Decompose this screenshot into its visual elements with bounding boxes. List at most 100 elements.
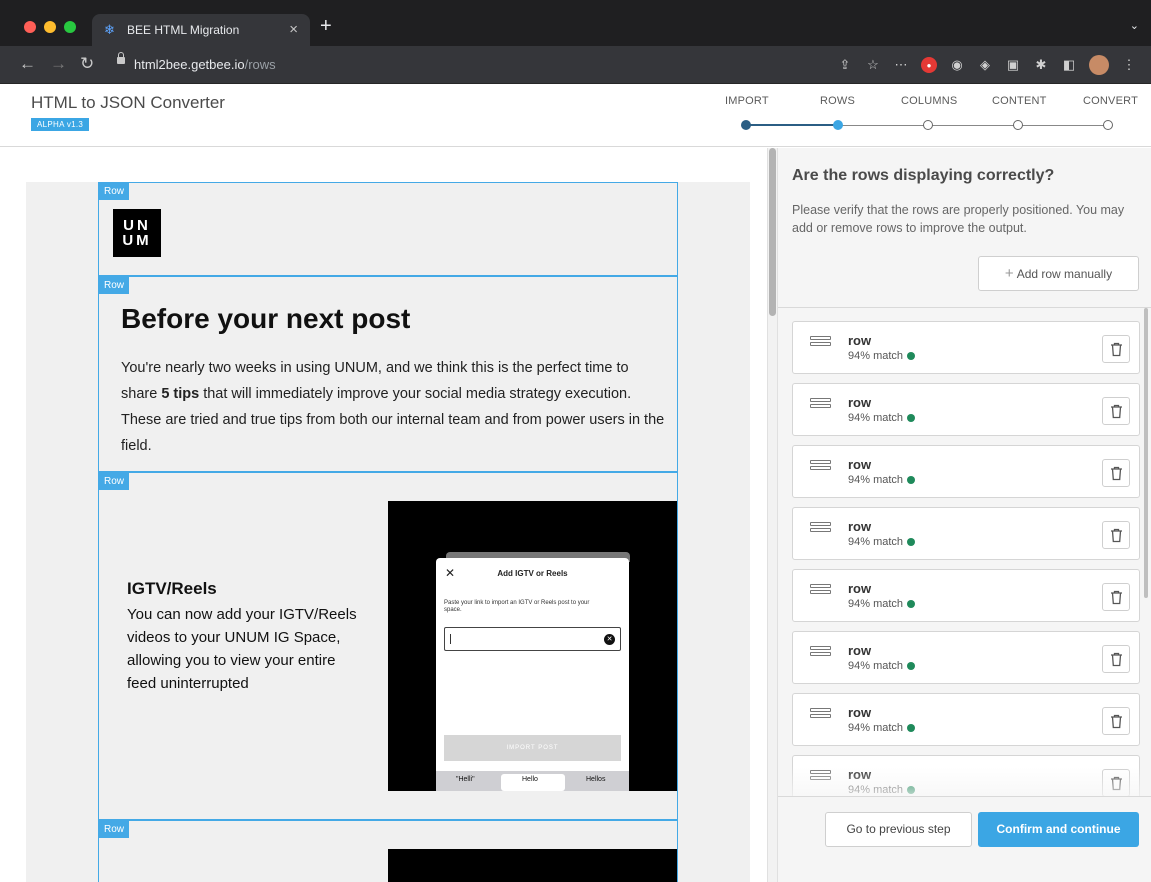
window-zoom-button[interactable]: [64, 21, 76, 33]
post-title: Before your next post: [121, 303, 411, 334]
delete-row-button[interactable]: [1102, 521, 1130, 549]
row-layout-icon: [810, 646, 831, 663]
row-match-text: 94% match: [848, 598, 904, 610]
row-layout-icon: [810, 336, 831, 353]
step-columns-label: COLUMNS: [901, 95, 958, 107]
new-tab-icon[interactable]: +: [320, 15, 332, 38]
row-match: 94% match: [848, 412, 916, 424]
delete-row-button[interactable]: [1102, 459, 1130, 487]
browser-tab[interactable]: ❄ BEE HTML Migration ×: [92, 14, 310, 46]
row-layout-icon: [810, 460, 831, 477]
back-arrow-icon[interactable]: ←: [19, 54, 36, 74]
step-rows-dot[interactable]: [833, 120, 843, 130]
row-name: row: [848, 333, 872, 348]
delete-row-button[interactable]: [1102, 707, 1130, 735]
modal-link-input: ✕: [444, 627, 621, 651]
plus-icon: +: [1004, 265, 1014, 282]
address-bar[interactable]: html2bee.getbee.io/rows: [134, 57, 276, 72]
delete-row-button[interactable]: [1102, 397, 1130, 425]
confirm-continue-button[interactable]: Confirm and continue: [978, 812, 1139, 847]
row-list-item[interactable]: row 94% match: [792, 321, 1140, 374]
step-content-dot: [1013, 120, 1023, 130]
list-fade: [778, 767, 1151, 796]
step-columns-dot: [923, 120, 933, 130]
lock-icon[interactable]: [117, 52, 125, 64]
step-import-dot[interactable]: [741, 120, 751, 130]
suggestion-1: "Helli": [456, 776, 475, 783]
row-match: 94% match: [848, 474, 916, 486]
url-path: /rows: [244, 57, 276, 72]
color-picker-icon[interactable]: ◈: [977, 57, 993, 73]
delete-row-button[interactable]: [1102, 583, 1130, 611]
tab-search-chevron-icon[interactable]: ⌄: [1130, 19, 1139, 32]
row-match-text: 94% match: [848, 536, 904, 548]
row-list-item[interactable]: row 94% match: [792, 631, 1140, 684]
profile-avatar[interactable]: [1089, 55, 1109, 75]
row-tag: Row: [99, 183, 130, 200]
row-match-text: 94% match: [848, 722, 904, 734]
camera-icon[interactable]: ◉: [949, 57, 965, 73]
row-layout-icon: [810, 708, 831, 725]
bookmark-star-icon[interactable]: ☆: [865, 57, 881, 73]
row-list-scrollbar[interactable]: [1144, 308, 1148, 598]
match-status-dot: [907, 352, 916, 361]
extension-red-icon[interactable]: ●: [921, 57, 937, 73]
more-menu-icon[interactable]: ⋮: [1121, 57, 1137, 73]
preview-scrollbar-thumb[interactable]: [769, 148, 776, 316]
url-host: html2bee.getbee.io: [134, 57, 245, 72]
match-status-dot: [907, 414, 916, 423]
row-layout-icon: [810, 522, 831, 539]
app-header: HTML to JSON Converter ALPHA v1.3 IMPORT…: [0, 84, 1151, 147]
add-row-manually-button[interactable]: + Add row manually: [978, 256, 1139, 291]
side-panel-icon[interactable]: ◧: [1061, 57, 1077, 73]
post-body: You're nearly two weeks in using UNUM, a…: [121, 355, 666, 459]
extension-box-icon[interactable]: ▣: [1005, 57, 1021, 73]
row-tag: Row: [99, 473, 130, 490]
row-match: 94% match: [848, 598, 916, 610]
modal-title: Add IGTV or Reels: [497, 569, 568, 578]
match-status-dot: [907, 538, 916, 547]
preview-row-igtv[interactable]: Row IGTV/Reels You can now add your IGTV…: [98, 472, 678, 820]
preview-row-intro[interactable]: Row Before your next post You're nearly …: [98, 276, 678, 472]
logo-line-2: UM: [122, 232, 152, 249]
igtv-modal: ✕ Add IGTV or Reels Paste your link to i…: [436, 558, 629, 791]
preview-row-logo[interactable]: Row UN UM: [98, 182, 678, 276]
row-list-item[interactable]: row 94% match: [792, 383, 1140, 436]
tab-close-icon[interactable]: ×: [289, 21, 298, 38]
row-match-text: 94% match: [848, 350, 904, 362]
puzzle-icon[interactable]: ✱: [1033, 57, 1049, 73]
step-convert-label: CONVERT: [1083, 95, 1138, 107]
row-layout-icon: [810, 584, 831, 601]
window-minimize-button[interactable]: [44, 21, 56, 33]
keyboard-suggestions: "Helli" Hello Hellos: [436, 771, 629, 791]
row-match-text: 94% match: [848, 412, 904, 424]
reload-icon[interactable]: ↻: [80, 54, 94, 74]
delete-row-button[interactable]: [1102, 335, 1130, 363]
clear-input-icon: ✕: [604, 634, 615, 645]
window-close-button[interactable]: [24, 21, 36, 33]
row-name: row: [848, 705, 872, 720]
row-list-item[interactable]: row 94% match: [792, 569, 1140, 622]
text-cursor: [450, 634, 451, 644]
version-badge: ALPHA v1.3: [31, 118, 90, 131]
row-list-item[interactable]: row 94% match: [792, 445, 1140, 498]
extension-dots-icon[interactable]: ⋯: [893, 57, 909, 73]
stepper-line-pending: [838, 125, 1108, 126]
app-title: HTML to JSON Converter: [31, 93, 225, 112]
row-list: row 94% match row 94% match row 94% match row 9…: [778, 307, 1151, 796]
browser-toolbar: ← → ↻ html2bee.getbee.io/rows ⇪ ☆ ⋯ ● ◉ …: [0, 46, 1151, 84]
delete-row-button[interactable]: [1102, 645, 1130, 673]
row-list-item[interactable]: row 94% match: [792, 693, 1140, 746]
row-match: 94% match: [848, 660, 916, 672]
previous-step-button[interactable]: Go to previous step: [825, 812, 972, 847]
forward-arrow-icon[interactable]: →: [50, 54, 67, 74]
match-status-dot: [907, 600, 916, 609]
row-match-text: 94% match: [848, 474, 904, 486]
share-icon[interactable]: ⇪: [837, 57, 853, 73]
panel-question: Are the rows displaying correctly?: [792, 167, 1055, 184]
row-name: row: [848, 519, 872, 534]
phone-screenshot: ✕ Add IGTV or Reels Paste your link to i…: [388, 501, 677, 791]
preview-row-next[interactable]: Row: [98, 820, 678, 882]
phone-screenshot-2: [388, 849, 677, 882]
row-list-item[interactable]: row 94% match: [792, 507, 1140, 560]
